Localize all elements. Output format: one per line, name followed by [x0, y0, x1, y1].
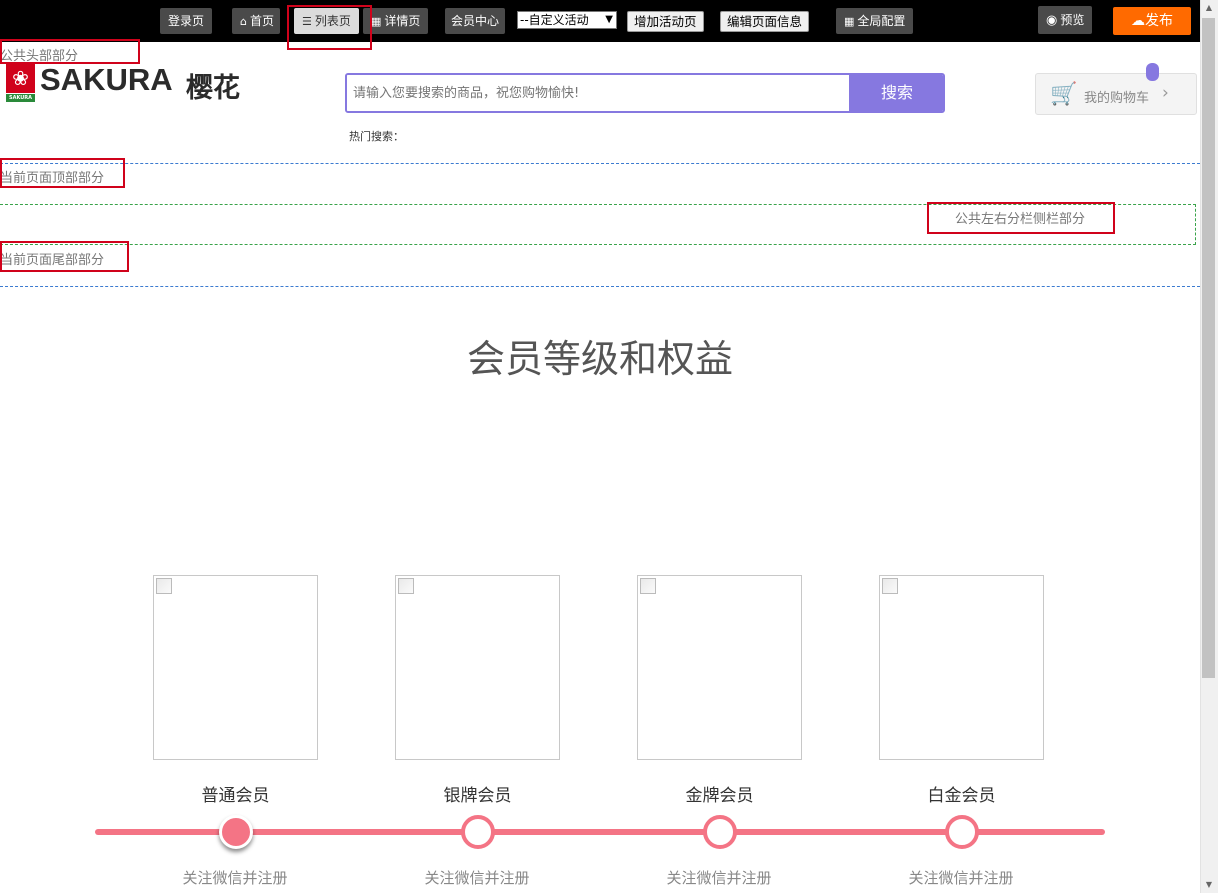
list-icon: ☰ [302, 15, 312, 28]
preview-label: 预览 [1060, 13, 1085, 27]
member-center-label: 会员中心 [451, 14, 500, 28]
login-page-button[interactable]: 登录页 [160, 8, 213, 34]
tier-name-2: 银牌会员 [443, 786, 512, 806]
broken-image-icon [882, 578, 898, 594]
broken-image-icon [640, 578, 656, 594]
activity-select-value: --自定义活动 [520, 13, 589, 27]
tier-name-3: 金牌会员 [685, 786, 754, 806]
header-divider [0, 163, 1200, 164]
tier-name-4: 白金会员 [927, 786, 996, 806]
detail-page-label: 详情页 [384, 14, 421, 28]
tier-desc-3: 关注微信并注册 [666, 869, 772, 887]
login-page-label: 登录页 [168, 14, 205, 28]
edit-page-info-button[interactable]: 编辑页面信息 [720, 11, 810, 32]
add-activity-label: 增加活动页 [634, 14, 697, 29]
eye-icon: ◉ [1046, 13, 1058, 28]
shopping-cart-icon: 🛒 [1050, 82, 1078, 107]
logo-text: SAKURA [40, 62, 173, 97]
hot-search-label: 热门搜索： [349, 130, 404, 143]
home-icon: ⌂ [240, 15, 247, 28]
tier-image-1 [153, 575, 318, 760]
broken-image-icon [398, 578, 414, 594]
list-page-label: 列表页 [314, 14, 351, 28]
tier-image-2 [395, 575, 560, 760]
chevron-right-icon: › [1162, 83, 1169, 103]
sidebar-region-label: 公共左右分栏侧栏部分 [955, 212, 1086, 227]
dropdown-caret-icon: ▼ [605, 14, 613, 25]
tier-node-2[interactable] [461, 815, 495, 849]
global-config-label: 全局配置 [857, 14, 906, 28]
home-page-label: 首页 [249, 14, 274, 28]
detail-page-button[interactable]: ▦ 详情页 [363, 8, 429, 34]
tier-desc-2: 关注微信并注册 [424, 869, 530, 887]
page-title: 会员等级和权益 [466, 337, 733, 381]
film-icon: ▦ [371, 15, 382, 28]
cart-count-badge [1146, 63, 1159, 81]
tier-image-3 [637, 575, 802, 760]
cart-label: 我的购物车 [1084, 91, 1150, 106]
tier-node-4[interactable] [945, 815, 979, 849]
member-center-button[interactable]: 会员中心 [445, 8, 506, 34]
editor-toolbar: 登录页 ⌂ 首页 ☰ 列表页 ▦ 详情页 会员中心 --自定义活动 ▼ 增加活动页 编… [0, 0, 1200, 42]
cart-button[interactable]: 🛒 我的购物车 › [1035, 73, 1197, 115]
publish-button[interactable]: ☁发布 [1113, 7, 1191, 35]
tier-image-4 [879, 575, 1044, 760]
sakura-logo-mark: ❀ SAKURA [6, 64, 35, 102]
scroll-down-icon[interactable]: ▼ [1200, 877, 1218, 893]
config-icon: ▦ [844, 15, 855, 28]
tier-desc-1: 关注微信并注册 [182, 869, 288, 887]
tier-node-3[interactable] [703, 815, 737, 849]
broken-image-icon [156, 578, 172, 594]
activity-select[interactable]: --自定义活动 ▼ [517, 11, 617, 29]
publish-label: 发布 [1145, 13, 1173, 29]
logo-cn-text: 樱花 [186, 73, 240, 104]
tier-name-1: 普通会员 [201, 786, 270, 806]
list-page-button[interactable]: ☰ 列表页 [294, 8, 359, 34]
search-button[interactable]: 搜索 [849, 75, 943, 111]
global-config-button[interactable]: ▦ 全局配置 [836, 8, 914, 34]
edit-page-label: 编辑页面信息 [727, 14, 803, 29]
scrollbar-thumb[interactable] [1202, 18, 1215, 678]
logo-strip: SAKURA [6, 94, 35, 102]
page-bottom-region-label: 当前页面尾部部分 [0, 253, 105, 268]
sakura-logo[interactable]: ❀ SAKURA SAKURA 樱花 [6, 62, 251, 104]
preview-button[interactable]: ◉ 预览 [1038, 6, 1093, 34]
home-page-button[interactable]: ⌂ 首页 [232, 8, 280, 34]
cloud-upload-icon: ☁ [1131, 13, 1145, 29]
flower-icon: ❀ [12, 66, 29, 90]
search-bar: 搜索 [345, 73, 945, 113]
add-activity-page-button[interactable]: 增加活动页 [627, 11, 704, 32]
page-top-region-label: 当前页面顶部部分 [0, 171, 105, 186]
tier-desc-4: 关注微信并注册 [908, 869, 1014, 887]
tier-node-1[interactable] [219, 815, 253, 849]
search-input[interactable] [347, 75, 849, 111]
scroll-up-icon[interactable]: ▲ [1200, 0, 1218, 16]
content-divider [0, 286, 1200, 287]
